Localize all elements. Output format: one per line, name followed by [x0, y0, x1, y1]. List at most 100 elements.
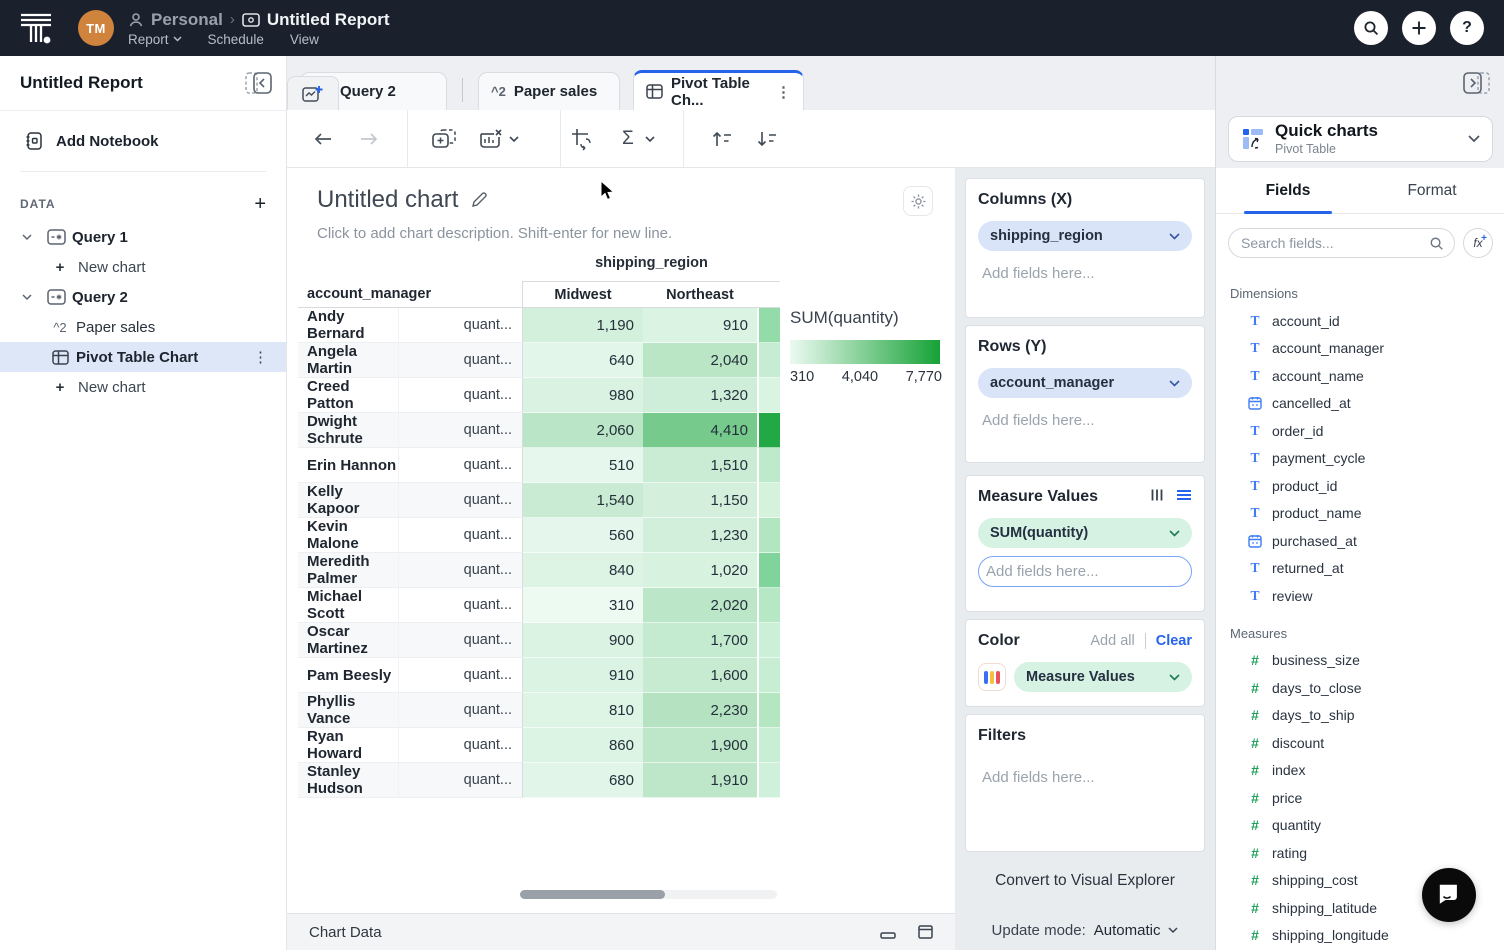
menu-view[interactable]: View [290, 32, 319, 47]
aggregate-dropdown[interactable] [645, 124, 655, 154]
chevron-down-icon[interactable] [22, 294, 34, 301]
tab-format[interactable]: Format [1360, 168, 1504, 213]
dimension-field-account_manager[interactable]: Taccount_manager [1216, 335, 1504, 363]
measure-field-business_size[interactable]: #business_size [1216, 647, 1504, 675]
measure-field-quantity[interactable]: #quantity [1216, 812, 1504, 840]
filters-add-fields-placeholder[interactable]: Add fields here... [978, 769, 1192, 786]
measure-field-price[interactable]: #price [1216, 784, 1504, 812]
tab-kebab-menu[interactable]: ⋮ [776, 83, 791, 101]
collapse-left-panel-icon[interactable] [245, 72, 272, 94]
menu-schedule[interactable]: Schedule [208, 32, 264, 47]
dimension-field-purchased_at[interactable]: purchased_at [1216, 527, 1504, 555]
sidebar-item-query-1[interactable]: Query 1 [0, 222, 286, 252]
calendar-icon [1248, 534, 1262, 548]
dimension-field-product_name[interactable]: Tproduct_name [1216, 500, 1504, 528]
measure-pill-sum-quantity[interactable]: SUM(quantity) [978, 518, 1192, 548]
columns-add-fields-placeholder[interactable]: Add fields here... [978, 265, 1192, 282]
gear-icon [910, 193, 927, 210]
chart-title[interactable]: Untitled chart [317, 186, 458, 214]
dimension-field-order_id[interactable]: Torder_id [1216, 417, 1504, 445]
value-cell-northeast: 2,230 [643, 693, 757, 728]
field-pill-shipping-region[interactable]: shipping_region [978, 221, 1192, 251]
new-chart-tab-button[interactable] [287, 76, 339, 110]
chat-support-button[interactable] [1422, 868, 1476, 922]
sidebar-new-chart-button[interactable]: +New chart [0, 252, 286, 282]
remove-chart-button[interactable] [479, 124, 503, 154]
value-cell-northeast: 2,020 [643, 588, 757, 623]
tab-fields[interactable]: Fields [1216, 168, 1360, 213]
avatar[interactable]: TM [78, 10, 114, 46]
edit-pencil-icon[interactable] [470, 191, 488, 209]
color-pill-measure-values[interactable]: Measure Values [1014, 662, 1192, 692]
sidebar-new-chart-button[interactable]: +New chart [0, 372, 286, 402]
tab-pivot-table-ch-[interactable]: Pivot Table Ch...⋮ [633, 70, 804, 110]
chart-description-placeholder[interactable]: Click to add chart description. Shift-en… [317, 225, 672, 242]
add-formula-button[interactable]: fx+ [1463, 228, 1493, 258]
undo-button[interactable] [313, 124, 333, 154]
search-fields-input[interactable] [1241, 235, 1429, 251]
collapse-right-panel-icon[interactable] [1463, 72, 1490, 94]
dimension-field-review[interactable]: Treview [1216, 582, 1504, 610]
update-mode-value[interactable]: Automatic [1094, 922, 1161, 939]
help-button[interactable]: ? [1450, 11, 1484, 45]
sidebar-item-paper-sales[interactable]: ^2Paper sales [0, 312, 286, 342]
pivot-row: Pam Beesly quant... 910 1,600 [298, 658, 780, 693]
dimension-field-account_name[interactable]: Taccount_name [1216, 362, 1504, 390]
sort-ascending-button[interactable] [711, 124, 733, 154]
sort-descending-button[interactable] [756, 124, 778, 154]
row-label: Creed Patton [298, 378, 398, 413]
aggregate-button[interactable]: Σ [622, 124, 634, 154]
workspace-name[interactable]: Personal [151, 10, 223, 30]
horizontal-scrollbar-thumb[interactable] [520, 890, 665, 899]
swap-axes-button[interactable] [569, 124, 593, 154]
sidebar-item-query-2[interactable]: Query 2 [0, 282, 286, 312]
rows-layout-icon[interactable] [1176, 489, 1192, 501]
expand-panel-icon[interactable] [918, 925, 933, 939]
text-type-icon: T [1250, 588, 1259, 604]
horizontal-scrollbar-track[interactable] [520, 890, 777, 899]
toolbar-divider [683, 110, 684, 168]
rows-add-fields-placeholder[interactable]: Add fields here... [978, 412, 1192, 429]
add-button[interactable] [1402, 11, 1436, 45]
dimension-field-payment_cycle[interactable]: Tpayment_cycle [1216, 445, 1504, 473]
quick-charts-selector[interactable]: Quick charts Pivot Table [1228, 116, 1493, 162]
dimension-field-product_id[interactable]: Tproduct_id [1216, 472, 1504, 500]
tab-paper-sales[interactable]: ^2Paper sales [478, 72, 620, 110]
measure-field-days_to_close[interactable]: #days_to_close [1216, 674, 1504, 702]
measure-field-shipping_longitude[interactable]: #shipping_longitude [1216, 922, 1504, 950]
add-notebook-button[interactable]: Add Notebook [0, 111, 286, 151]
value-cell-northeast: 910 [643, 308, 757, 343]
measure-field-index[interactable]: #index [1216, 757, 1504, 785]
dimension-field-cancelled_at[interactable]: cancelled_at [1216, 390, 1504, 418]
columns-layout-icon[interactable] [1150, 488, 1164, 502]
add-data-button[interactable]: + [254, 194, 266, 214]
dimension-field-account_id[interactable]: Taccount_id [1216, 307, 1504, 335]
app-logo-icon[interactable] [18, 10, 54, 46]
dimension-field-returned_at[interactable]: Treturned_at [1216, 555, 1504, 583]
measure-field-rating[interactable]: #rating [1216, 839, 1504, 867]
chart-data-bar[interactable]: Chart Data [287, 913, 955, 950]
measure-field-days_to_ship[interactable]: #days_to_ship [1216, 702, 1504, 730]
menu-report[interactable]: Report [128, 32, 182, 47]
sidebar-item-pivot-table-chart[interactable]: Pivot Table Chart⋮ [0, 342, 286, 372]
color-clear-link[interactable]: Clear [1156, 633, 1192, 649]
duplicate-chart-button[interactable] [431, 124, 457, 154]
kebab-menu-icon[interactable]: ⋮ [253, 348, 268, 366]
plus-icon: + [52, 259, 68, 276]
chevron-down-icon[interactable] [22, 234, 34, 241]
color-palette-icon[interactable] [978, 663, 1006, 691]
report-title[interactable]: Untitled Report [267, 10, 390, 30]
measure-field-discount[interactable]: #discount [1216, 729, 1504, 757]
field-pill-account-manager[interactable]: account_manager [978, 368, 1192, 398]
arrow-left-icon [313, 132, 333, 146]
measure-cell-label: quant... [398, 588, 523, 623]
remove-chart-dropdown[interactable] [509, 124, 519, 154]
measure-add-fields-input[interactable] [986, 563, 1185, 580]
color-add-all-link[interactable]: Add all [1090, 633, 1134, 649]
convert-to-visual-explorer-button[interactable]: Convert to Visual Explorer [965, 872, 1205, 890]
redo-button[interactable] [359, 124, 379, 154]
chart-settings-button[interactable] [903, 186, 933, 216]
search-button[interactable] [1354, 11, 1388, 45]
minimize-panel-icon[interactable] [880, 925, 896, 939]
legend-tick: 4,040 [842, 369, 878, 385]
